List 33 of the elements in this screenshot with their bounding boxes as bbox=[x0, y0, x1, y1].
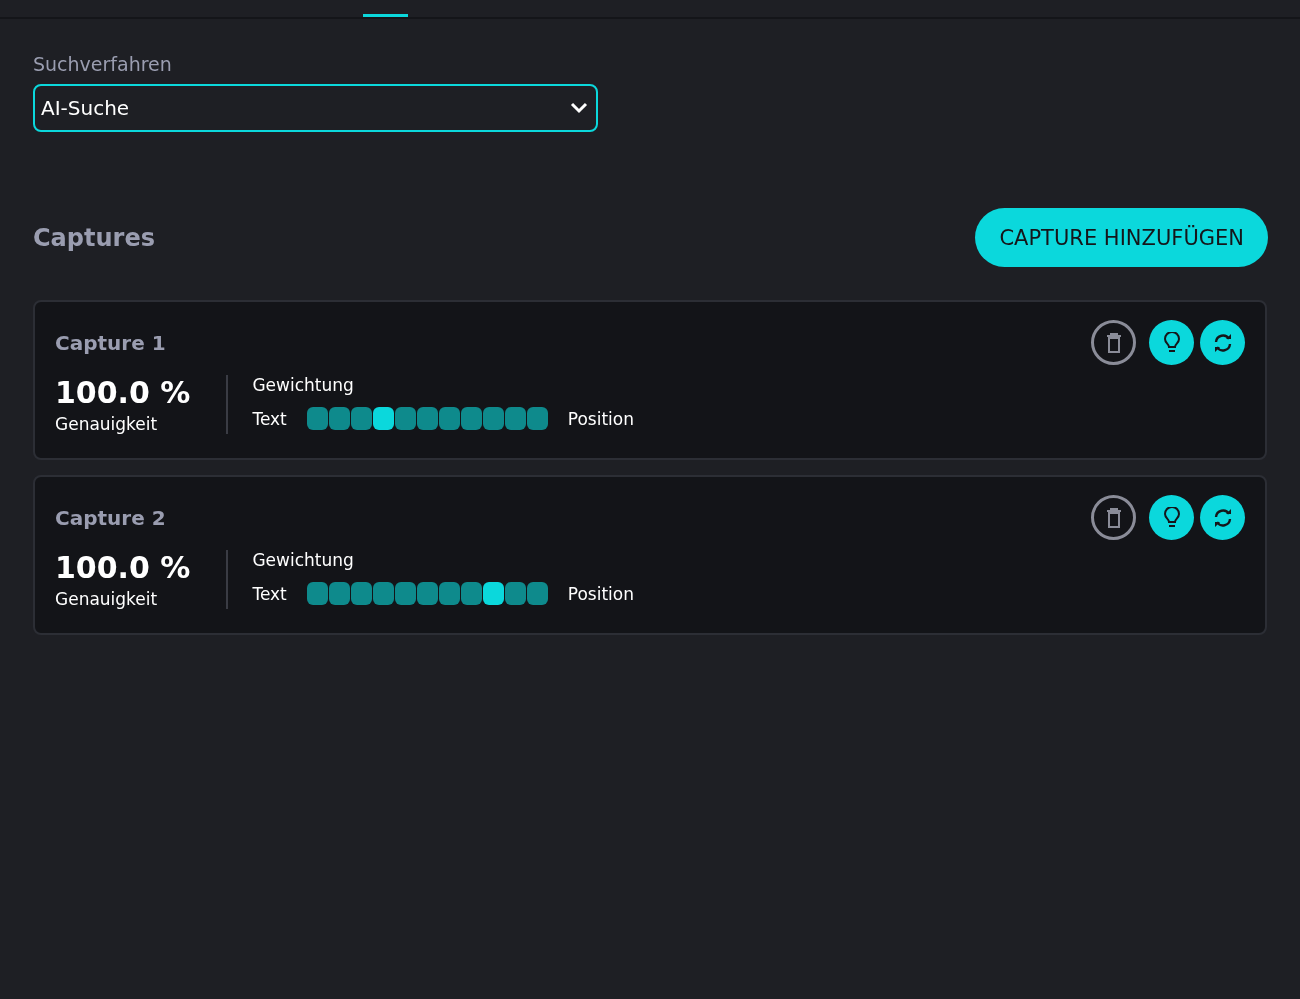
slider-right-label: Position bbox=[567, 583, 634, 604]
dropdown-value: AI-Suche bbox=[41, 96, 130, 120]
lightbulb-icon bbox=[1163, 331, 1180, 354]
weighting-slider[interactable] bbox=[306, 582, 548, 605]
refresh-button[interactable] bbox=[1200, 320, 1245, 365]
slider-left-label: Text bbox=[252, 408, 287, 429]
field-label: Suchverfahren bbox=[33, 53, 172, 75]
weighting-label: Gewichtung bbox=[252, 550, 355, 570]
weighting-label: Gewichtung bbox=[252, 375, 355, 395]
slider-thumb[interactable] bbox=[482, 582, 504, 605]
capture-title: Capture 1 bbox=[55, 330, 166, 355]
weighting-slider[interactable] bbox=[306, 407, 548, 430]
trash-icon bbox=[1105, 332, 1122, 353]
search-method-dropdown[interactable]: AI-Suche bbox=[33, 84, 598, 132]
add-capture-button[interactable]: CAPTURE HINZUFÜGEN bbox=[975, 208, 1268, 267]
trash-icon bbox=[1105, 507, 1122, 528]
slider-left-label: Text bbox=[252, 583, 287, 604]
chevron-down-icon bbox=[570, 102, 588, 114]
section-title: Captures bbox=[33, 223, 155, 252]
refresh-button[interactable] bbox=[1200, 495, 1245, 540]
active-tab-indicator bbox=[363, 14, 408, 17]
lightbulb-icon bbox=[1163, 506, 1180, 529]
delete-button[interactable] bbox=[1091, 495, 1136, 540]
delete-button[interactable] bbox=[1091, 320, 1136, 365]
hint-button[interactable] bbox=[1149, 495, 1194, 540]
accuracy-value: 100.0 % bbox=[55, 550, 191, 585]
slider-thumb[interactable] bbox=[372, 407, 394, 430]
accuracy-label: Genauigkeit bbox=[55, 414, 159, 434]
hint-button[interactable] bbox=[1149, 320, 1194, 365]
slider-right-label: Position bbox=[567, 408, 634, 429]
accuracy-label: Genauigkeit bbox=[55, 589, 159, 609]
accuracy-value: 100.0 % bbox=[55, 375, 191, 410]
capture-title: Capture 2 bbox=[55, 505, 166, 530]
